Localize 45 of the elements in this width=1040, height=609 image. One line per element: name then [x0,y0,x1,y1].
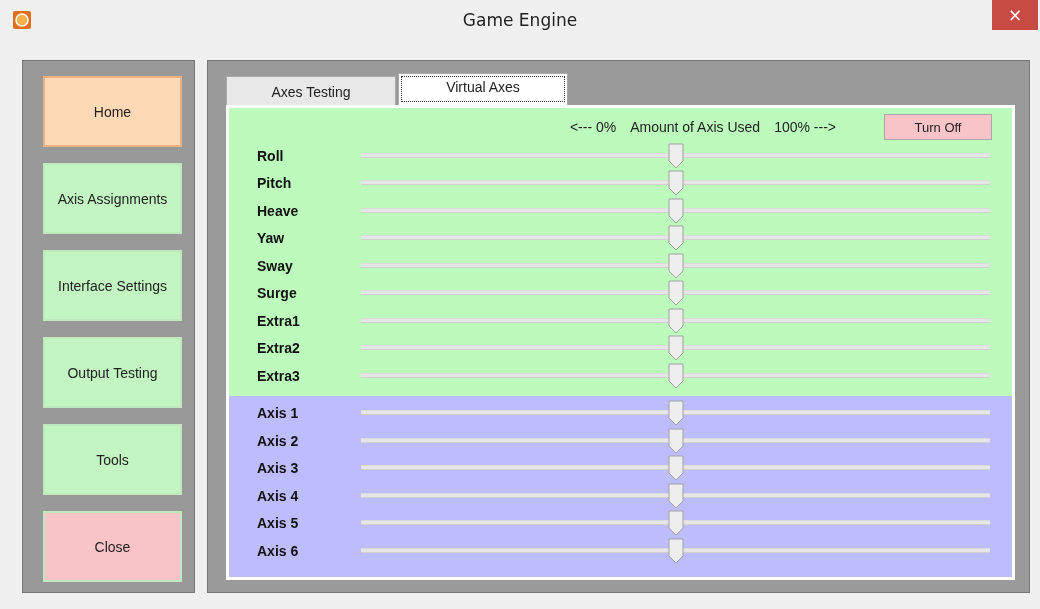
slider-thumb[interactable] [667,427,684,454]
slider-thumb[interactable] [667,362,684,389]
slider-label: Heave [257,202,300,219]
slider-label: Pitch [257,175,293,192]
slider-label: Axis 2 [257,432,300,449]
slider-thumb[interactable] [667,280,684,307]
slider-label: Axis 4 [257,487,300,504]
slider-thumb[interactable] [667,142,684,169]
slider-thumb[interactable] [667,170,684,197]
sidebar-button[interactable]: Interface Settings [43,250,182,321]
slider-thumb[interactable] [667,252,684,279]
slider-label: Sway [257,257,294,274]
slider-thumb[interactable] [667,307,684,334]
slider-thumb[interactable] [667,335,684,362]
close-button[interactable]: × [992,0,1038,30]
turn-off-button[interactable]: Turn Off [884,114,992,140]
slider-label: Yaw [257,230,286,247]
slider-label: Surge [257,285,298,302]
sidebar-button[interactable]: Tools [43,424,182,495]
tab[interactable]: Axes Testing [226,76,396,105]
slider-label: Axis 6 [257,542,300,559]
slider-label: Axis 3 [257,460,300,477]
sidebar-button[interactable]: Axis Assignments [43,163,182,234]
min-label: <--- 0% [569,119,617,135]
slider-thumb[interactable] [667,510,684,537]
axis-amount-label: Amount of Axis Used [630,119,761,135]
window-title: Game Engine [462,10,578,30]
sidebar-button[interactable]: Output Testing [43,337,182,408]
slider-label: Axis 1 [257,405,300,422]
slider-thumb[interactable] [667,225,684,252]
slider-label: Roll [257,147,285,164]
slider-thumb[interactable] [667,482,684,509]
slider-label: Extra1 [257,312,301,329]
slider-thumb[interactable] [667,537,684,564]
slider-label: Axis 5 [257,515,300,532]
slider-label: Extra3 [257,367,301,384]
slider-thumb[interactable] [667,197,684,224]
sidebar-button[interactable]: Home [43,76,182,147]
max-label: 100% ---> [774,119,836,135]
slider-thumb[interactable] [667,400,684,427]
sidebar-button[interactable]: Close [43,511,182,582]
slider-label: Extra2 [257,340,301,357]
slider-thumb[interactable] [667,455,684,482]
tab[interactable]: Virtual Axes [398,73,568,105]
app-icon [12,10,32,30]
